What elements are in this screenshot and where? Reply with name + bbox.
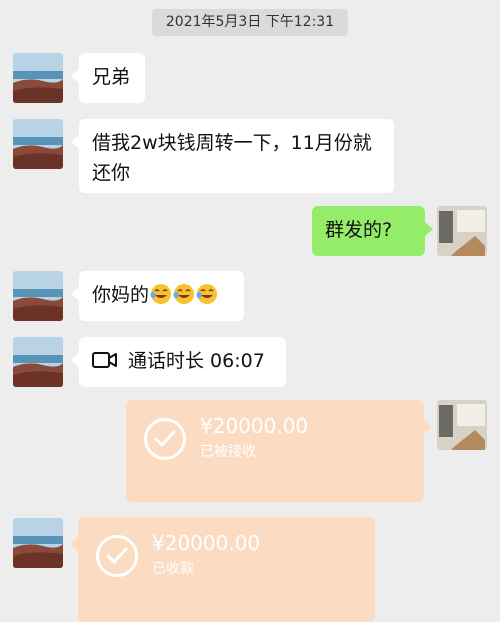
face-with-tears-of-joy-icon: [196, 284, 218, 304]
call-record-bubble[interactable]: 通话时长 06:07: [71, 337, 286, 387]
contact-avatar-image: [13, 53, 63, 103]
contact-avatar[interactable]: [13, 518, 63, 568]
contact-avatar-image: [13, 271, 63, 321]
message-text: 兄弟: [92, 66, 131, 88]
contact-avatar[interactable]: [13, 119, 63, 169]
contact-avatar-image: [13, 119, 63, 169]
contact-avatar[interactable]: [13, 271, 63, 321]
message-bubble-2[interactable]: 借我2w块钱周转一下，11月份就还你: [71, 119, 394, 193]
message-bubble-1[interactable]: 兄弟: [71, 53, 145, 103]
self-avatar[interactable]: [437, 206, 487, 256]
chat-timestamp: 2021年5月3日 下午12:31: [152, 9, 348, 36]
self-avatar-image: [437, 206, 487, 256]
video-call-icon: [92, 352, 117, 368]
transfer-card-sent[interactable]: ¥20000.00 已被接收: [126, 400, 432, 502]
contact-avatar[interactable]: [13, 337, 63, 387]
message-text: 你妈的: [92, 284, 150, 306]
check-circle-icon: [96, 535, 138, 577]
call-duration-text: 通话时长 06:07: [128, 350, 265, 372]
contact-avatar[interactable]: [13, 53, 63, 103]
face-with-tears-of-joy-icon: [150, 284, 172, 304]
message-bubble-self[interactable]: 群发的?: [312, 206, 433, 256]
message-text: 借我2w块钱周转一下，11月份就还你: [92, 132, 372, 184]
face-with-tears-of-joy-icon: [173, 284, 195, 304]
transfer-status: 已收款: [152, 561, 194, 577]
transfer-amount: ¥20000.00: [152, 531, 261, 555]
message-text: 群发的?: [325, 219, 393, 241]
message-bubble-4[interactable]: 你妈的: [71, 271, 244, 321]
check-circle-icon: [144, 418, 186, 460]
transfer-status: 已被接收: [200, 444, 256, 460]
self-avatar-image: [437, 400, 487, 450]
transfer-card-received[interactable]: ¥20000.00 已收款: [70, 517, 375, 622]
self-avatar[interactable]: [437, 400, 487, 450]
contact-avatar-image: [13, 337, 63, 387]
transfer-amount: ¥20000.00: [200, 414, 309, 438]
contact-avatar-image: [13, 518, 63, 568]
